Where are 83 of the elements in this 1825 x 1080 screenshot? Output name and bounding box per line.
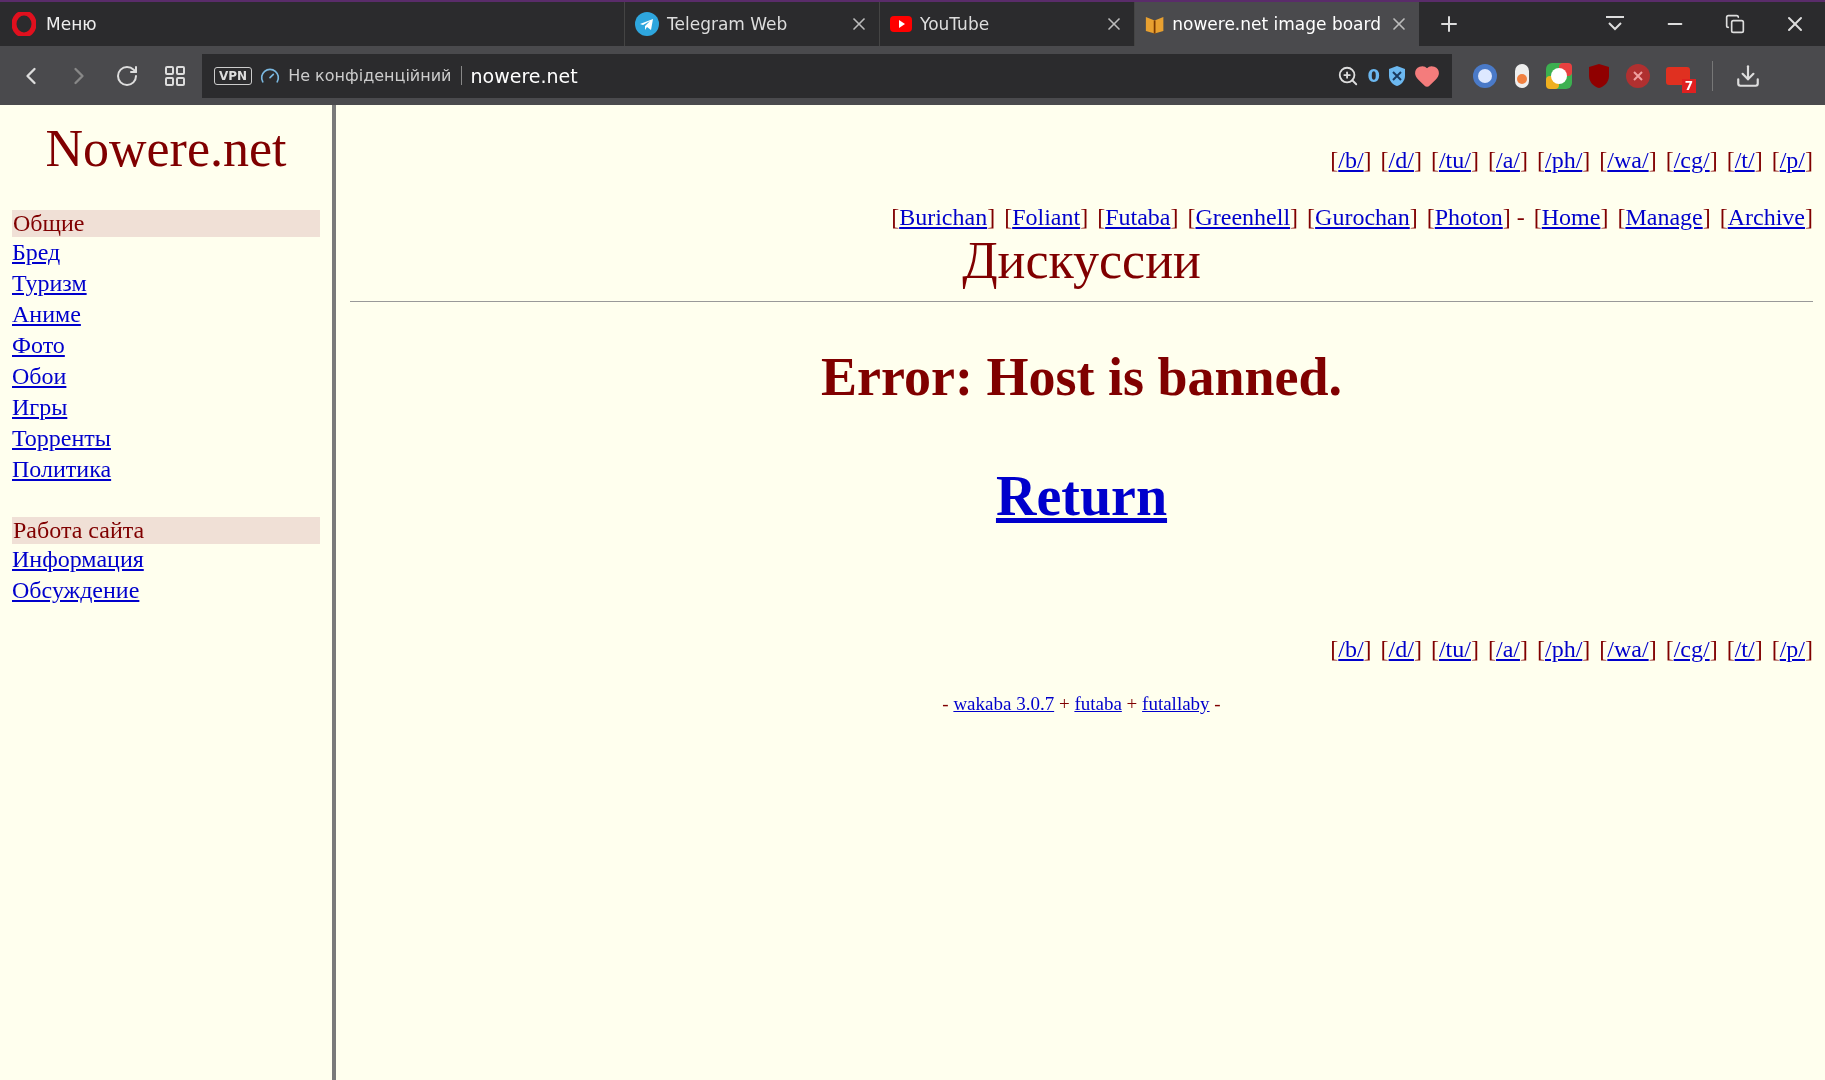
- sidebar-link[interactable]: Аниме: [12, 299, 81, 330]
- nav-item: [Manage]: [1617, 204, 1711, 231]
- tab-title: YouTube: [920, 14, 991, 34]
- footer-credits: - wakaba 3.0.7 + futaba + futallaby -: [941, 693, 1222, 715]
- nav-link[interactable]: /a/: [1495, 147, 1520, 173]
- nav-item: [/a/]: [1487, 636, 1528, 663]
- footer-link[interactable]: wakaba 3.0.7: [953, 693, 1055, 714]
- menu-button[interactable]: Меню: [0, 2, 624, 46]
- security-label[interactable]: Не конфіденційний: [288, 66, 463, 85]
- nav-item: [/t/]: [1726, 636, 1763, 663]
- nav-item: [Futaba]: [1097, 204, 1179, 231]
- nav-item: [/a/]: [1487, 147, 1528, 174]
- nav-link[interactable]: /cg/: [1673, 636, 1710, 662]
- nav-link[interactable]: /a/: [1495, 636, 1520, 662]
- sidebar-link[interactable]: Информация: [12, 544, 144, 575]
- nav-item: [Foliant]: [1004, 204, 1089, 231]
- nav-link[interactable]: /b/: [1338, 636, 1364, 662]
- return-link[interactable]: Return: [995, 464, 1168, 528]
- sidebar-link[interactable]: Политика: [12, 454, 112, 485]
- nav-item: [/tu/]: [1430, 636, 1479, 663]
- sidebar-link[interactable]: Игры: [12, 392, 68, 423]
- nav-link[interactable]: /p/: [1779, 636, 1805, 662]
- nav-item: [Greenhell]: [1187, 204, 1299, 231]
- error-message: Error: Host is banned.: [819, 346, 1343, 408]
- vpn-badge[interactable]: VPN: [214, 66, 253, 85]
- address-bar[interactable]: VPN Не конфіденційний nowere.net 0: [202, 53, 1452, 98]
- nav-item: [/b/]: [1330, 636, 1372, 663]
- nav-item: [/d/]: [1380, 147, 1422, 174]
- nav-link[interactable]: Foliant: [1012, 204, 1081, 230]
- zoom-icon[interactable]: [1337, 64, 1360, 87]
- site-logo: Nowere.net: [44, 119, 288, 178]
- section-heading: Работа сайта: [12, 517, 320, 544]
- nav-link[interactable]: Manage: [1625, 204, 1703, 230]
- nav-item: [Photon] -: [1426, 204, 1525, 231]
- nav-item: [/tu/]: [1430, 147, 1479, 174]
- nav-link[interactable]: /cg/: [1673, 147, 1710, 173]
- footer-link[interactable]: futaba: [1074, 693, 1122, 714]
- nav-link[interactable]: /wa/: [1607, 636, 1649, 662]
- nav-item: [/ph/]: [1536, 636, 1591, 663]
- nav-item: [/wa/]: [1599, 147, 1657, 174]
- nav-item: [/b/]: [1330, 147, 1372, 174]
- nav-link[interactable]: Gurochan: [1315, 204, 1410, 230]
- play-icon: [890, 16, 912, 32]
- sidebar-link[interactable]: Обои: [12, 361, 67, 392]
- nav-link[interactable]: /b/: [1338, 147, 1364, 173]
- nav-item: [/p/]: [1771, 636, 1813, 663]
- opera-logo-icon: [12, 12, 36, 36]
- nav-item: [/d/]: [1380, 636, 1422, 663]
- sidebar-link[interactable]: Фото: [12, 330, 65, 361]
- nav-link[interactable]: /tu/: [1438, 147, 1471, 173]
- nav-item: [/p/]: [1771, 147, 1813, 174]
- section-heading: Общие: [12, 210, 320, 237]
- nav-item: [Gurochan]: [1307, 204, 1418, 231]
- nav-item: [/ph/]: [1536, 147, 1591, 174]
- nav-link[interactable]: /wa/: [1607, 147, 1649, 173]
- nav-link[interactable]: Burichan: [899, 204, 988, 230]
- nav-link[interactable]: /p/: [1779, 147, 1805, 173]
- nav-link[interactable]: /ph/: [1544, 636, 1583, 662]
- sidebar-link[interactable]: Торренты: [12, 423, 111, 454]
- nav-link[interactable]: Greenhell: [1195, 204, 1291, 230]
- paper-plane-icon: [635, 12, 659, 36]
- nav-link[interactable]: /ph/: [1544, 147, 1583, 173]
- download-icon[interactable]: [1735, 62, 1761, 89]
- shield-icon[interactable]: [1388, 64, 1406, 87]
- browser-tab[interactable]: nowere.net image board: [1134, 2, 1419, 46]
- blocked-count: 0: [1367, 65, 1380, 86]
- nav-item: [Burichan]: [891, 204, 996, 231]
- tab-title: nowere.net image board: [1172, 14, 1381, 34]
- footer-link[interactable]: futallaby: [1142, 693, 1210, 714]
- nav-item: [Archive]: [1719, 204, 1813, 231]
- sidebar-link[interactable]: Обсуждение: [12, 575, 140, 606]
- sidebar-link[interactable]: Бред: [12, 237, 61, 268]
- nav-item: [/t/]: [1726, 147, 1763, 174]
- nav-item: [/cg/]: [1665, 147, 1718, 174]
- nav-item: [/wa/]: [1599, 636, 1657, 663]
- page-title: Дискуссии: [961, 233, 1202, 289]
- tab-title: Telegram Web: [667, 14, 789, 34]
- sidebar-link[interactable]: Туризм: [12, 268, 87, 299]
- toggle-icon[interactable]: [1514, 62, 1530, 89]
- nav-link[interactable]: /tu/: [1438, 636, 1471, 662]
- nav-item: [/cg/]: [1665, 636, 1718, 663]
- nav-item: [Home]: [1533, 204, 1609, 231]
- url-text: nowere.net: [470, 64, 579, 87]
